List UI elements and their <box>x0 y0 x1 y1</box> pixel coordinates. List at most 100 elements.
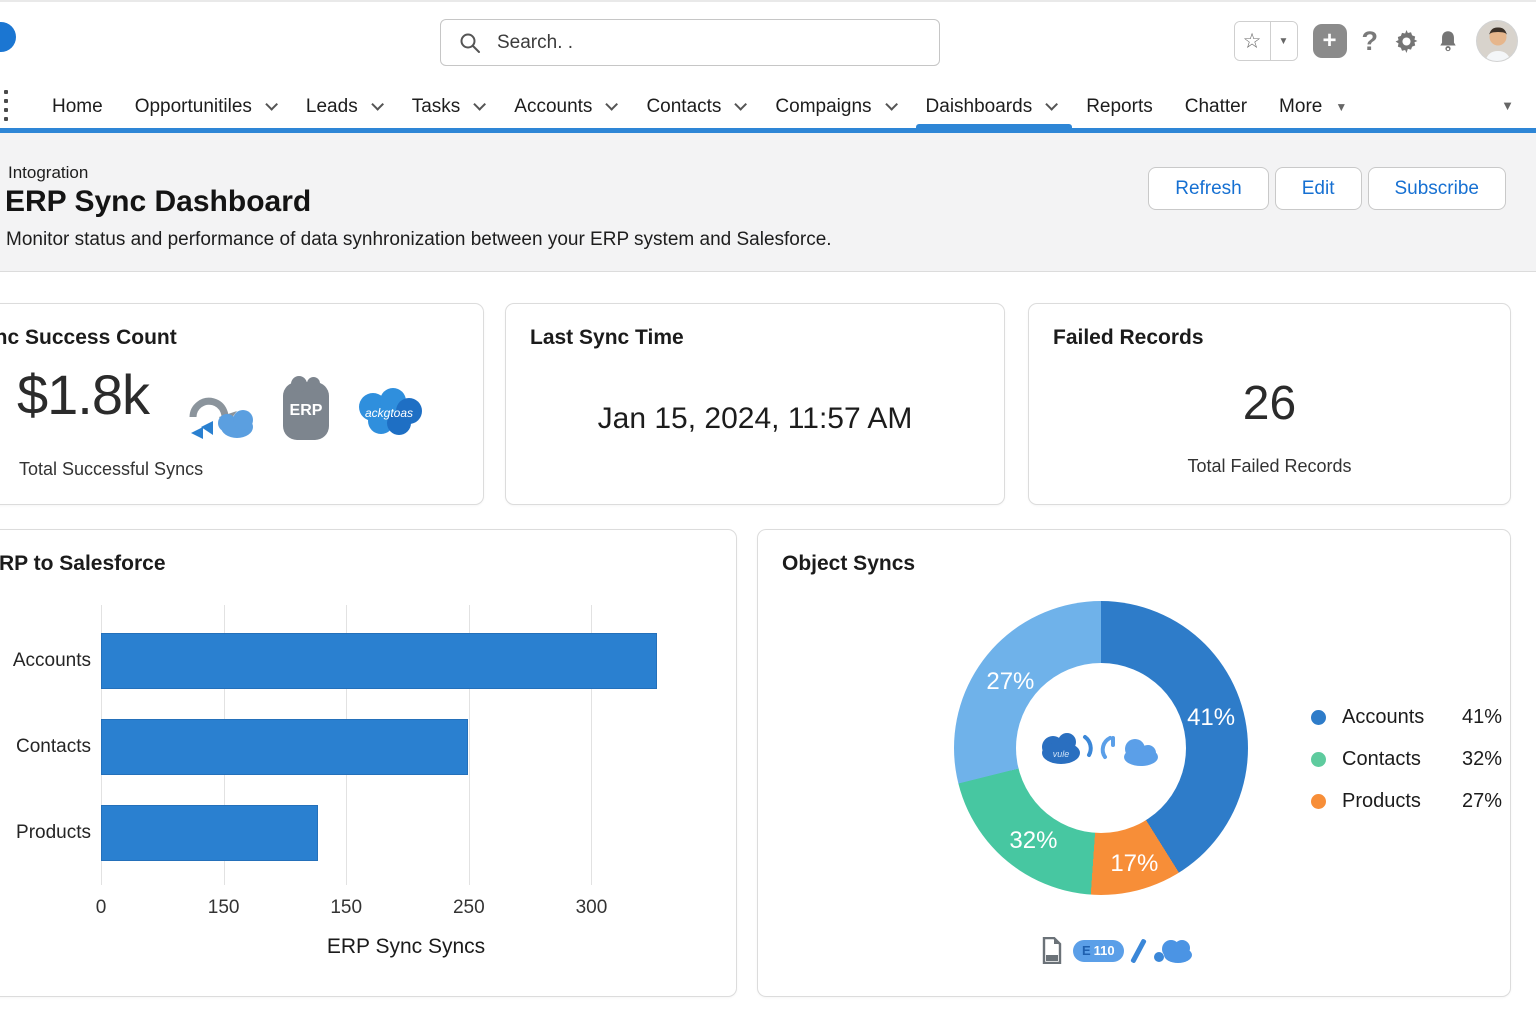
nav-tab-tasks[interactable]: Tasks <box>412 80 483 133</box>
nav-tab-home[interactable]: Home <box>52 80 103 133</box>
legend-item-products: Products 27% <box>1311 780 1502 822</box>
refresh-button[interactable]: Refresh <box>1148 167 1269 210</box>
page-subtitle: Monitor status and performance of data s… <box>6 229 832 251</box>
search-icon <box>459 32 481 54</box>
donut-segment-label: 27% <box>986 668 1034 696</box>
page-title: ERP Sync Dashboard <box>5 185 311 219</box>
nav-overflow-icon[interactable]: ▼ <box>1501 98 1514 113</box>
triangle-down-icon: ▼ <box>1335 100 1347 114</box>
y-category-label: Accounts <box>0 650 91 672</box>
star-icon[interactable]: ☆ <box>1235 22 1271 60</box>
card-title: Object Syncs <box>782 552 915 576</box>
nav-tab-chatter[interactable]: Chatter <box>1185 80 1247 133</box>
chevron-down-icon <box>735 98 748 111</box>
legend-dot <box>1311 710 1326 725</box>
x-tick-label: 250 <box>453 897 485 919</box>
object-syncs-chart-card: Object Syncs vule Accounts 41% <box>757 529 1511 997</box>
notifications-bell-icon[interactable] <box>1435 28 1461 54</box>
legend-item-contacts: Contacts 32% <box>1311 738 1502 780</box>
legend-label: Contacts <box>1342 748 1446 771</box>
donut-segment-label: 17% <box>1110 850 1158 878</box>
kpi-caption: Total Successful Syncs <box>19 459 203 480</box>
search-input[interactable]: Search. . <box>440 19 940 66</box>
global-actions-button[interactable]: + <box>1313 24 1347 58</box>
bar-contacts[interactable] <box>101 719 468 775</box>
legend-dot <box>1311 794 1326 809</box>
x-tick-label: 150 <box>208 897 240 919</box>
kpi-value: $1.8k <box>17 362 149 427</box>
chevron-down-icon <box>371 98 384 111</box>
erp-sync-dashboard: Search. . ☆ ▼ + ? <box>0 0 1536 1024</box>
y-category-label: Contacts <box>0 736 91 758</box>
x-tick-label: 300 <box>576 897 608 919</box>
legend-value: 32% <box>1446 748 1502 771</box>
nav-tab-campaigns[interactable]: Compaigns <box>775 80 893 133</box>
legend-value: 27% <box>1446 790 1502 813</box>
breadcrumb: Intogration <box>8 163 88 183</box>
donut-segment-label: 41% <box>1187 704 1235 732</box>
failed-count: 26 <box>1029 376 1510 431</box>
x-tick-label: 150 <box>330 897 362 919</box>
erp-to-salesforce-chart-card: ERP to Salesforce Accounts Contacts Produc… <box>0 529 737 997</box>
chevron-down-icon <box>885 98 898 111</box>
card-title: ERP to Salesforce <box>0 552 166 576</box>
app-logo[interactable] <box>0 22 16 52</box>
favorites-split-button[interactable]: ☆ ▼ <box>1234 21 1298 61</box>
legend-dot <box>1311 752 1326 767</box>
nav-tab-accounts[interactable]: Accounts <box>514 80 614 133</box>
chevron-down-icon <box>606 98 619 111</box>
donut-center-icons: vule <box>1026 726 1176 772</box>
kpi-card-sync-success: Sync Success Count $1.8k ERP ack <box>0 303 484 505</box>
badge-110: E 110 <box>1073 940 1124 962</box>
nav-tab-leads[interactable]: Leads <box>306 80 380 133</box>
salesforce-cloud-icon: ackgtoas <box>351 385 427 437</box>
chevron-down-icon <box>474 98 487 111</box>
donut-footer-icons: E 110 <box>1041 937 1193 964</box>
bar-accounts[interactable] <box>101 633 657 689</box>
x-tick-label: 0 <box>96 897 107 919</box>
favorites-dropdown-icon[interactable]: ▼ <box>1271 22 1297 60</box>
nav-tab-more[interactable]: More▼ <box>1279 80 1347 133</box>
nav-tab-contacts[interactable]: Contacts <box>646 80 743 133</box>
main-navigation: Home Opportunitiles Leads Tasks Accounts… <box>0 80 1536 133</box>
kpi-caption: Total Failed Records <box>1029 456 1510 477</box>
legend-value: 41% <box>1446 706 1502 729</box>
card-title: Last Sync Time <box>530 326 684 350</box>
donut-segment-label: 32% <box>1009 827 1057 855</box>
kpi-card-failed-records: Failed Records 26 Total Failed Records <box>1028 303 1511 505</box>
nav-tab-reports[interactable]: Reports <box>1086 80 1153 133</box>
kpi-card-last-sync: Last Sync Time Jan 15, 2024, 11:57 AM <box>505 303 1005 505</box>
card-title: Failed Records <box>1053 326 1204 350</box>
user-avatar[interactable] <box>1476 20 1518 62</box>
top-bar: Search. . ☆ ▼ + ? <box>0 0 1536 80</box>
cloud-sync-icon: vule <box>1042 733 1158 766</box>
help-icon[interactable]: ? <box>1362 26 1379 57</box>
y-category-label: Products <box>0 822 91 844</box>
slash-icon <box>1130 938 1147 963</box>
search-placeholder: Search. . <box>497 32 573 54</box>
legend-label: Accounts <box>1342 706 1446 729</box>
erp-system-icon: ERP <box>283 382 329 440</box>
nav-tab-dashboards[interactable]: Daishboards <box>926 80 1055 133</box>
legend-item-accounts: Accounts 41% <box>1311 696 1502 738</box>
document-icon <box>1041 937 1063 964</box>
subscribe-button[interactable]: Subscribe <box>1368 167 1507 210</box>
x-axis-label: ERP Sync Syncs <box>101 935 711 959</box>
plus-icon: + <box>1322 29 1336 53</box>
legend-label: Products <box>1342 790 1446 813</box>
svg-text:ackgtoas: ackgtoas <box>365 406 413 420</box>
app-launcher-icon[interactable] <box>4 90 8 121</box>
svg-text:vule: vule <box>1053 749 1070 759</box>
bar-chart-plot <box>101 605 711 885</box>
last-sync-value: Jan 15, 2024, 11:57 AM <box>506 402 1004 436</box>
chart-legend: Accounts 41% Contacts 32% Products 27% <box>1311 696 1502 822</box>
nav-tab-opportunities[interactable]: Opportunitiles <box>135 80 274 133</box>
small-cloud-icon <box>1153 938 1193 964</box>
dashboard-header: Intogration ERP Sync Dashboard Monitor s… <box>0 133 1536 272</box>
bar-products[interactable] <box>101 805 318 861</box>
card-title: Sync Success Count <box>0 326 177 350</box>
chevron-down-icon <box>265 98 278 111</box>
setup-gear-icon[interactable] <box>1393 28 1420 55</box>
sync-arrows-cloud-icon <box>179 383 261 439</box>
edit-button[interactable]: Edit <box>1275 167 1362 210</box>
